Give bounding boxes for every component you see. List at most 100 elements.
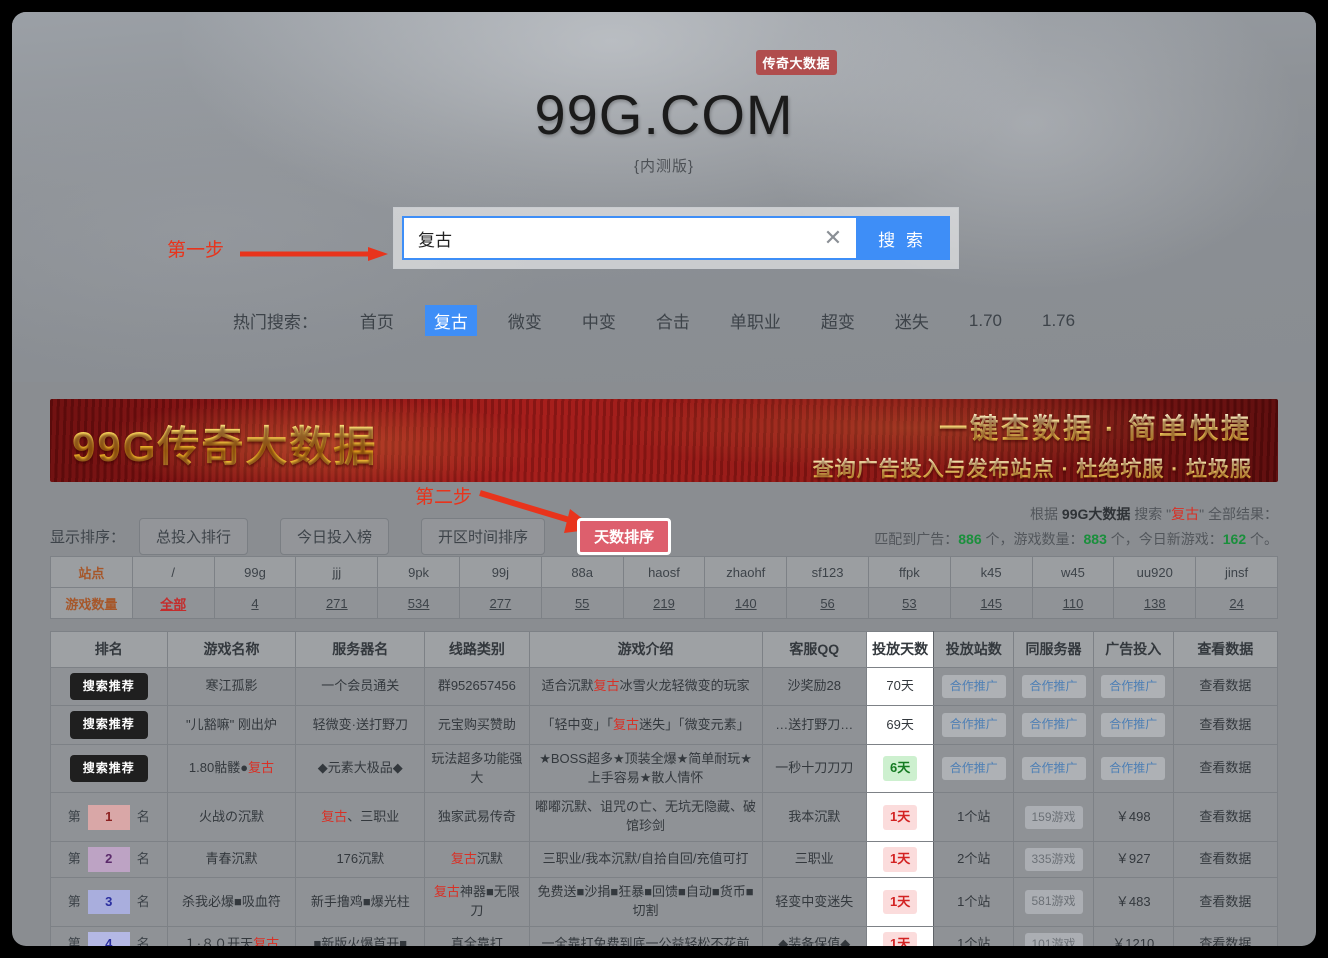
col-line-type[interactable]: 线路类别 <box>425 632 529 668</box>
site-col-8[interactable]: sf123 <box>787 557 869 588</box>
site-count-link-0[interactable]: 全部 <box>160 597 186 612</box>
cell-rank: 搜索推荐 <box>51 744 168 793</box>
cell-server-name: 一个会员通关 <box>296 668 425 706</box>
promo-banner[interactable]: 99G传奇大数据 一键查数据 · 简单快捷 查询广告投入与发布站点 · 杜绝坑服… <box>50 399 1278 482</box>
site-count-link-3[interactable]: 534 <box>408 596 430 611</box>
summary-end: 个。 <box>1246 531 1278 547</box>
hot-tag-4[interactable]: 合击 <box>647 305 699 336</box>
results-table: 排名 游戏名称 服务器名 线路类别 游戏介绍 客服QQ 投放天数 投放站数 同服… <box>50 631 1278 946</box>
hot-tag-8[interactable]: 1.70 <box>960 308 1011 334</box>
cell-view-data[interactable]: 查看数据 <box>1173 878 1277 927</box>
hot-tag-9[interactable]: 1.76 <box>1033 308 1084 334</box>
site-count-link-11[interactable]: 110 <box>1063 596 1084 611</box>
cell-same-server: 581游戏 <box>1014 878 1094 927</box>
coop-tag: 合作推广 <box>1101 713 1165 736</box>
site-col-11[interactable]: w45 <box>1032 557 1114 588</box>
cell-rank: 搜索推荐 <box>51 668 168 706</box>
hot-tag-1[interactable]: 复古 <box>425 305 477 336</box>
days-pill: 1天 <box>883 890 917 915</box>
site-count-2: 271 <box>296 588 378 619</box>
brand-badge: 传奇大数据 <box>756 50 838 75</box>
hot-tag-3[interactable]: 中变 <box>573 305 625 336</box>
cell-rank: 第2名 <box>51 842 168 878</box>
site-count-link-2[interactable]: 271 <box>326 596 348 611</box>
cell-game-name[interactable]: 杀我必爆■吸血符 <box>167 878 296 927</box>
subtitle: {内测版} <box>12 155 1316 176</box>
cell-qq: 轻变中变迷失 <box>762 878 866 927</box>
site-row-label: 站点 <box>51 557 133 588</box>
cell-server-name: 轻微变·送打野刀 <box>296 706 425 744</box>
site-logo-block: 99G.COM 传奇大数据 {内测版} <box>12 86 1316 176</box>
site-count-link-12[interactable]: 138 <box>1144 596 1166 611</box>
intro-keyword: 复古 <box>594 678 620 693</box>
site-col-9[interactable]: ffpk <box>868 557 950 588</box>
cell-qq: 我本沉默 <box>762 793 866 842</box>
cell-ad-spend: ￥498 <box>1093 793 1173 842</box>
col-same-server[interactable]: 同服务器 <box>1014 632 1094 668</box>
hot-tag-0[interactable]: 首页 <box>351 305 403 336</box>
col-days[interactable]: 投放天数 <box>866 632 933 668</box>
summary-games-count: 883 <box>1084 531 1107 547</box>
cell-view-data[interactable]: 查看数据 <box>1173 706 1277 744</box>
site-count-link-10[interactable]: 145 <box>980 596 1002 611</box>
search-input[interactable] <box>404 218 810 258</box>
site-count-link-13[interactable]: 24 <box>1229 596 1243 611</box>
col-service-qq[interactable]: 客服QQ <box>762 632 866 668</box>
hot-tag-2[interactable]: 微变 <box>499 305 551 336</box>
search-button[interactable]: 搜 索 <box>856 218 948 258</box>
site-col-12[interactable]: uu920 <box>1114 557 1196 588</box>
banner-slogan-block: 一键查数据 · 简单快捷 查询广告投入与发布站点 · 杜绝坑服 · 垃圾服 <box>813 407 1252 482</box>
site-col-0[interactable]: / <box>132 557 214 588</box>
hot-tag-7[interactable]: 迷失 <box>886 305 938 336</box>
cell-view-data[interactable]: 查看数据 <box>1173 668 1277 706</box>
col-sites[interactable]: 投放站数 <box>934 632 1014 668</box>
results-summary: 根据 99G大数据 搜索 "复古" 全部结果： 匹配到广告：886 个，游戏数量… <box>874 502 1278 551</box>
site-col-6[interactable]: haosf <box>623 557 705 588</box>
cell-game-name[interactable]: "儿豁嘛" 刚出炉 <box>167 706 296 744</box>
game-pre: 1.80骷髅● <box>189 760 248 775</box>
col-intro[interactable]: 游戏介绍 <box>529 632 762 668</box>
summary-ads-label: 匹配到广告： <box>874 531 958 547</box>
cell-game-name[interactable]: 青春沉默 <box>167 842 296 878</box>
sort-button-days[interactable]: 天数排序 <box>577 518 671 555</box>
site-count-link-5[interactable]: 55 <box>575 596 589 611</box>
hot-tag-5[interactable]: 单职业 <box>721 305 790 336</box>
games-tag: 335游戏 <box>1025 848 1083 871</box>
cell-view-data[interactable]: 查看数据 <box>1173 744 1277 793</box>
summary-games-label: 个，游戏数量： <box>982 531 1084 547</box>
sort-button-today[interactable]: 今日投入榜 <box>280 518 389 555</box>
site-col-1[interactable]: 99g <box>214 557 296 588</box>
cell-game-name[interactable]: 寒江孤影 <box>167 668 296 706</box>
site-count-link-1[interactable]: 4 <box>251 596 258 611</box>
hot-tag-6[interactable]: 超变 <box>812 305 864 336</box>
sort-button-opentime[interactable]: 开区时间排序 <box>421 518 545 555</box>
cell-view-data[interactable]: 查看数据 <box>1173 842 1277 878</box>
site-count-link-8[interactable]: 56 <box>820 596 834 611</box>
cell-sites: 1个站 <box>934 926 1014 946</box>
cell-view-data[interactable]: 查看数据 <box>1173 926 1277 946</box>
site-col-5[interactable]: 88a <box>541 557 623 588</box>
cell-server-name: ◆元素大极品◆ <box>296 744 425 793</box>
cell-view-data[interactable]: 查看数据 <box>1173 793 1277 842</box>
coop-tag: 合作推广 <box>942 757 1006 780</box>
col-game-name[interactable]: 游戏名称 <box>167 632 296 668</box>
site-col-10[interactable]: k45 <box>950 557 1032 588</box>
table-row: 搜索推荐 寒江孤影 一个会员通关 群952657456 适合沉默复古冰雪火龙轻微… <box>51 668 1278 706</box>
site-count-link-6[interactable]: 219 <box>653 596 675 611</box>
col-server-name[interactable]: 服务器名 <box>296 632 425 668</box>
site-count-link-7[interactable]: 140 <box>735 596 757 611</box>
site-count-link-4[interactable]: 277 <box>490 596 512 611</box>
sort-button-total[interactable]: 总投入排行 <box>139 518 248 555</box>
site-col-7[interactable]: zhaohf <box>705 557 787 588</box>
site-count-link-9[interactable]: 53 <box>902 596 916 611</box>
site-col-4[interactable]: 99j <box>459 557 541 588</box>
site-col-2[interactable]: jjj <box>296 557 378 588</box>
site-col-3[interactable]: 9pk <box>378 557 460 588</box>
cell-game-name[interactable]: 火战の沉默 <box>167 793 296 842</box>
banner-slogan-secondary: 查询广告投入与发布站点 · 杜绝坑服 · 垃圾服 <box>813 453 1252 482</box>
site-col-13[interactable]: jinsf <box>1196 557 1278 588</box>
col-view-data[interactable]: 查看数据 <box>1173 632 1277 668</box>
close-icon[interactable]: ✕ <box>810 218 856 258</box>
col-rank[interactable]: 排名 <box>51 632 168 668</box>
col-ad-spend[interactable]: 广告投入 <box>1093 632 1173 668</box>
